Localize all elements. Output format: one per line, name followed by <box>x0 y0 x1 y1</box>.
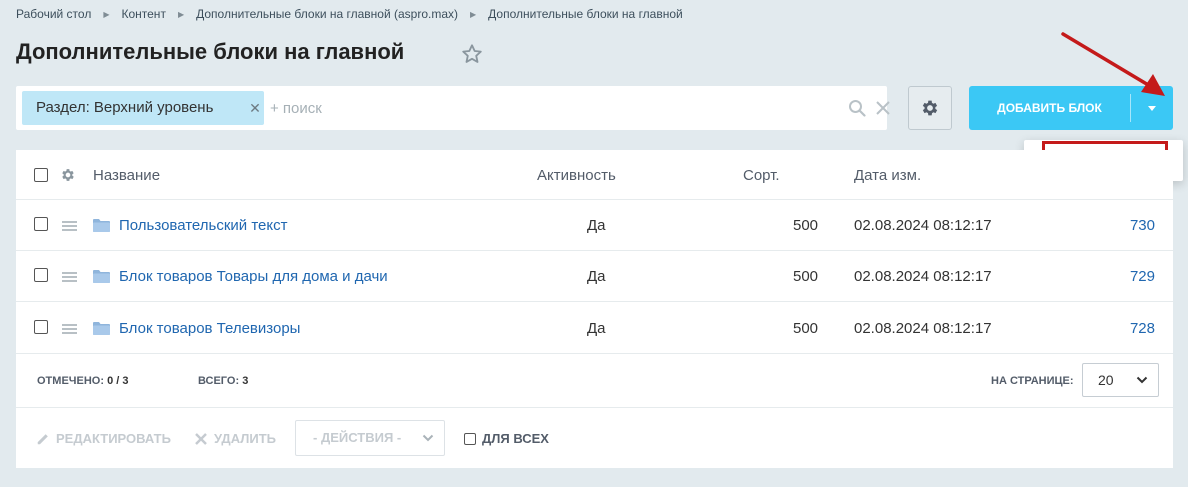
chevron-down-icon <box>422 434 434 442</box>
checked-count: ОТМЕЧЕНО: 0 / 3 <box>37 375 128 387</box>
row-sort: 500 <box>793 217 819 234</box>
pencil-icon <box>37 433 48 444</box>
row-name-link[interactable]: Блок товаров Товары для дома и дачи <box>119 268 388 285</box>
for-all-label: ДЛЯ ВСЕХ <box>482 431 549 446</box>
row-id-link[interactable]: 728 <box>1130 320 1155 337</box>
delete-label: УДАЛИТЬ <box>214 431 276 446</box>
total-label: ВСЕГО: <box>198 375 240 387</box>
table-row[interactable]: Блок товаров Телевизоры Да 500 02.08.202… <box>16 302 1173 354</box>
row-id-link[interactable]: 730 <box>1130 217 1155 234</box>
chevron-right-icon: ▶ <box>177 9 185 19</box>
clear-icon[interactable] <box>874 99 892 117</box>
star-icon[interactable] <box>461 43 483 65</box>
checked-label: ОТМЕЧЕНО: <box>37 375 105 387</box>
breadcrumb-item-current: Дополнительные блоки на главной <box>488 7 683 21</box>
gear-icon <box>922 100 938 116</box>
breadcrumb-item[interactable]: Контент <box>121 7 165 21</box>
data-grid: Название Активность Сорт. Дата изм. Поль… <box>16 150 1173 468</box>
per-page-label: НА СТРАНИЦЕ: <box>991 375 1074 387</box>
for-all-checkbox[interactable] <box>464 432 476 445</box>
folder-icon <box>93 322 110 335</box>
per-page-select[interactable]: 20 <box>1082 363 1159 397</box>
row-checkbox[interactable] <box>34 217 48 231</box>
page-title: Дополнительные блоки на главной <box>16 39 405 64</box>
row-checkbox[interactable] <box>34 268 48 282</box>
column-header-name[interactable]: Название <box>93 167 160 184</box>
row-date: 02.08.2024 08:12:17 <box>854 268 992 285</box>
search-icon[interactable] <box>848 99 866 117</box>
filter-tag[interactable]: Раздел: Верхний уровень <box>22 91 264 125</box>
total-value: 3 <box>242 375 249 387</box>
chevron-right-icon: ▶ <box>103 9 110 19</box>
row-date: 02.08.2024 08:12:17 <box>854 320 992 337</box>
delete-button[interactable]: УДАЛИТЬ <box>194 431 276 446</box>
filter-search-box[interactable]: Раздел: Верхний уровень ✕ <box>16 86 890 130</box>
row-active: Да <box>587 217 606 234</box>
breadcrumb-item[interactable]: Дополнительные блоки на главной (aspro.m… <box>196 7 458 21</box>
column-header-sort[interactable]: Сорт. <box>743 167 780 184</box>
close-icon[interactable]: ✕ <box>245 91 265 125</box>
row-active: Да <box>587 268 606 285</box>
table-row[interactable]: Блок товаров Товары для дома и дачи Да 5… <box>16 251 1173 302</box>
row-active: Да <box>587 320 606 337</box>
search-input[interactable] <box>270 94 810 122</box>
checked-value: 0 / 3 <box>107 375 129 387</box>
per-page-value: 20 <box>1098 372 1114 388</box>
actions-select[interactable]: - ДЕЙСТВИЯ - <box>295 420 445 456</box>
row-id-link[interactable]: 729 <box>1130 268 1155 285</box>
drag-handle-icon[interactable] <box>62 221 77 231</box>
breadcrumb: Рабочий стол ▶ Контент ▶ Дополнительные … <box>16 7 683 21</box>
row-checkbox[interactable] <box>34 320 48 334</box>
row-name-link[interactable]: Блок товаров Телевизоры <box>119 320 300 337</box>
column-header-date[interactable]: Дата изм. <box>854 167 921 184</box>
gear-icon[interactable] <box>60 167 76 183</box>
table-row[interactable]: Пользовательский текст Да 500 02.08.2024… <box>16 200 1173 251</box>
select-all-checkbox[interactable] <box>34 168 48 182</box>
row-sort: 500 <box>793 320 819 337</box>
drag-handle-icon[interactable] <box>62 324 77 334</box>
actions-bar: РЕДАКТИРОВАТЬ УДАЛИТЬ - ДЕЙСТВИЯ - ДЛЯ В… <box>16 409 1173 468</box>
chevron-down-icon <box>1136 376 1148 384</box>
grid-header: Название Активность Сорт. Дата изм. <box>16 150 1173 200</box>
drag-handle-icon[interactable] <box>62 272 77 282</box>
edit-label: РЕДАКТИРОВАТЬ <box>56 431 171 446</box>
settings-button[interactable] <box>908 86 952 130</box>
total-count: ВСЕГО: 3 <box>198 375 248 387</box>
for-all-option[interactable]: ДЛЯ ВСЕХ <box>464 431 549 446</box>
column-header-active[interactable]: Активность <box>537 167 616 184</box>
actions-select-value: - ДЕЙСТВИЯ - <box>313 430 402 445</box>
edit-button[interactable]: РЕДАКТИРОВАТЬ <box>35 431 171 446</box>
folder-icon <box>93 270 110 283</box>
annotation-arrow-icon <box>1061 32 1165 96</box>
row-name-link[interactable]: Пользовательский текст <box>119 217 287 234</box>
row-sort: 500 <box>793 268 819 285</box>
grid-footer: ОТМЕЧЕНО: 0 / 3 ВСЕГО: 3 НА СТРАНИЦЕ: 20 <box>16 354 1173 408</box>
chevron-right-icon: ▶ <box>470 9 477 19</box>
folder-icon <box>93 219 110 232</box>
close-icon <box>195 432 207 445</box>
breadcrumb-item[interactable]: Рабочий стол <box>16 7 91 21</box>
row-date: 02.08.2024 08:12:17 <box>854 217 992 234</box>
